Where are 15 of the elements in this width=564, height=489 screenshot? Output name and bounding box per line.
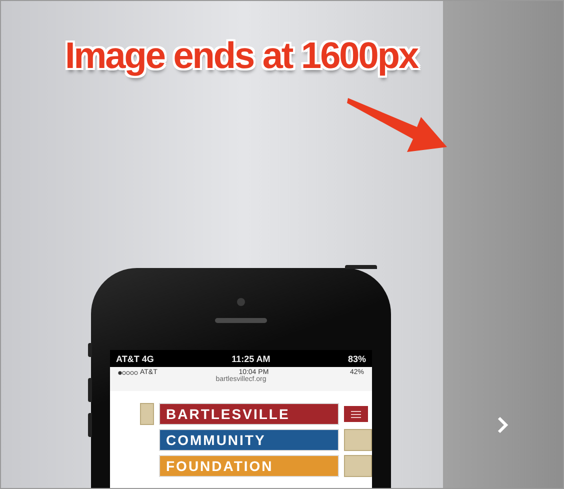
battery-text: 83% [348,354,366,364]
logo-band: BARTLESVILLE [159,403,339,425]
chevron-right-icon[interactable] [497,416,509,434]
logo-band: COMMUNITY [159,429,339,451]
camera-icon [237,298,245,306]
logo-band: FOUNDATION [159,455,339,477]
carrier-text: AT&T 4G [116,354,154,364]
logo-emblem [344,455,372,477]
logo-emblem [344,429,372,451]
time-text: 11:25 AM [232,354,270,364]
signal-icon [118,370,138,374]
menu-button[interactable] [344,406,368,422]
speaker-icon [215,318,267,323]
logo-emblem [140,403,154,425]
annotation-text: Image ends at 1600px [65,35,418,77]
